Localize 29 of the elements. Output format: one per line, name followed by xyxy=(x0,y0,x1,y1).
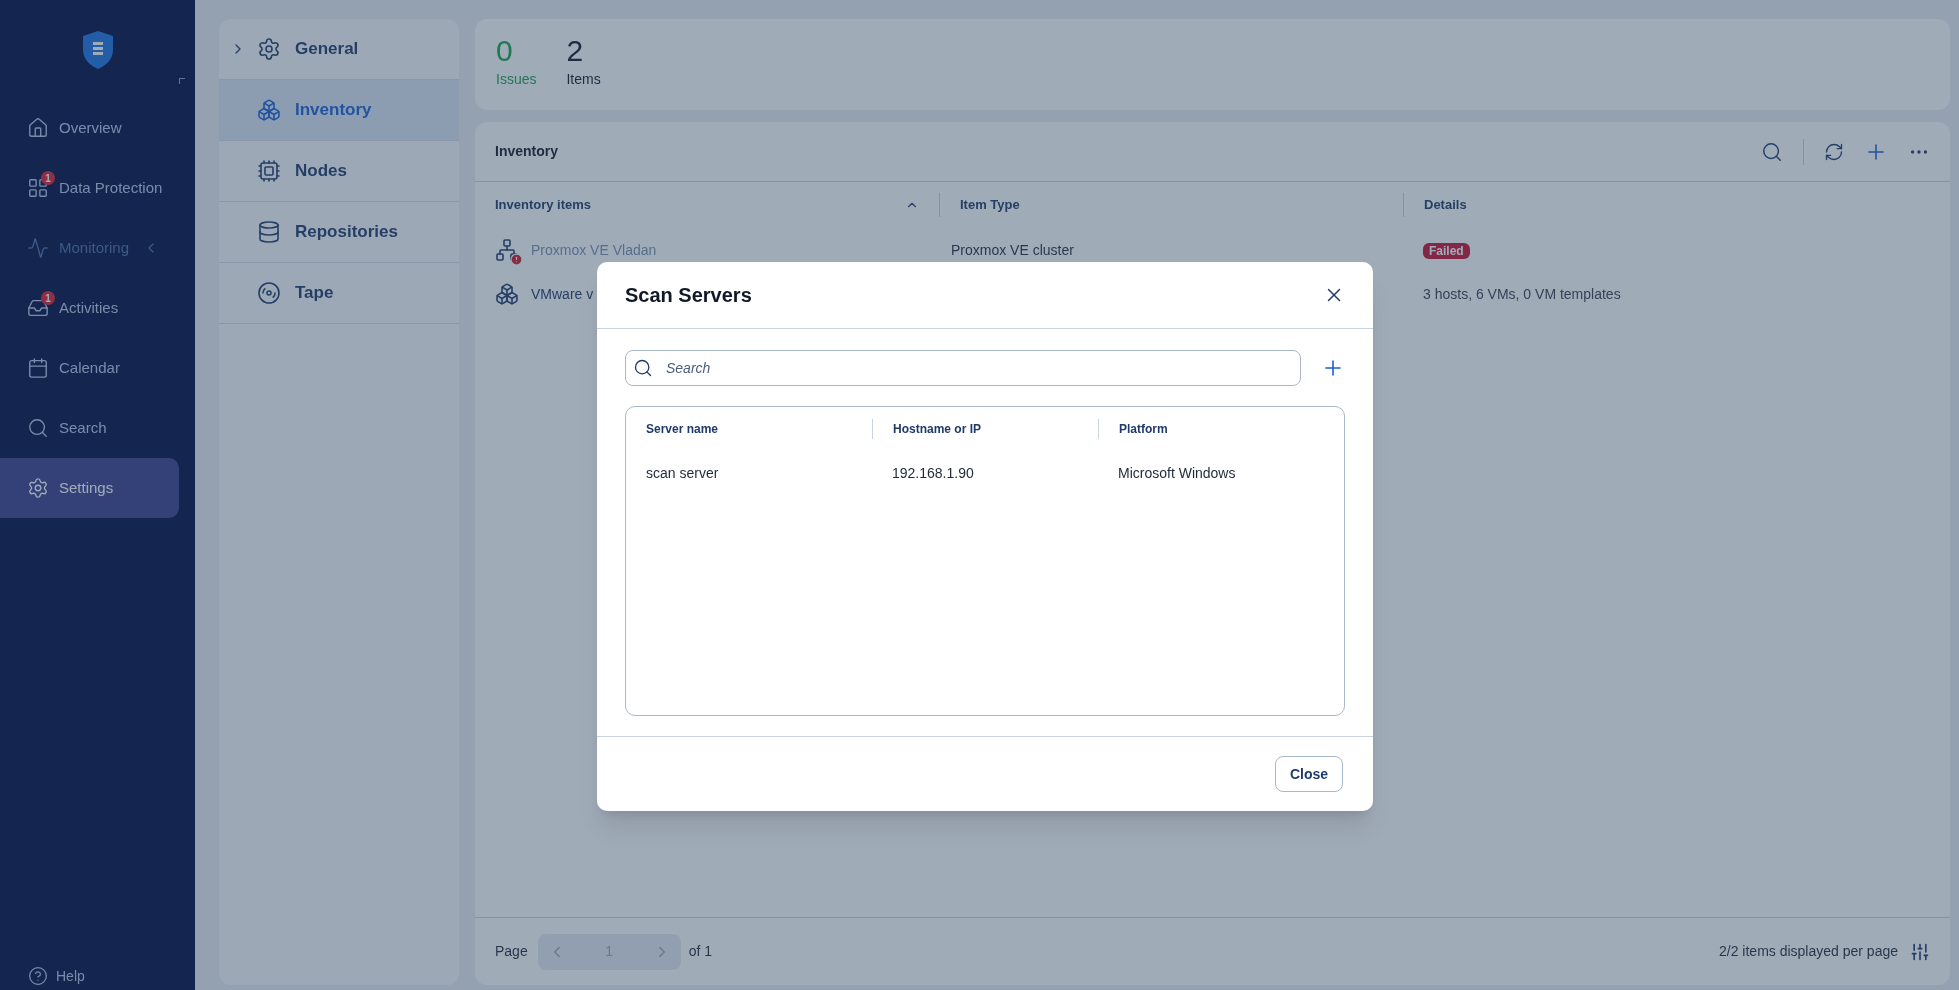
menu-item-label: Nodes xyxy=(295,160,347,183)
sidebar-item-label: Search xyxy=(59,417,107,438)
sidebar-item-label: Settings xyxy=(59,477,114,498)
dialog-title: Scan Servers xyxy=(625,283,752,308)
item-details: 3 hosts, 6 VMs, 0 VM templates xyxy=(1423,285,1621,302)
notification-badge: 1 xyxy=(41,171,55,185)
page-label: Page xyxy=(495,942,528,961)
menu-item-label: Tape xyxy=(295,282,334,305)
page-count: of 1 xyxy=(688,942,713,961)
notification-badge: 1 xyxy=(41,291,55,305)
table-cell: 192.168.1.90 xyxy=(892,464,974,481)
sidebar-item-label: Monitoring xyxy=(59,237,130,258)
summary-count: 0 xyxy=(496,33,514,69)
sidebar-item-label: Activities xyxy=(59,297,119,318)
card-title: Inventory xyxy=(495,142,558,161)
items-per-page-text: 2/2 items displayed per page xyxy=(1719,942,1898,961)
status-badge: Failed xyxy=(1423,242,1470,259)
menu-item-label: General xyxy=(295,38,359,61)
summary-label: Items xyxy=(566,70,601,89)
table-cell: Microsoft Windows xyxy=(1118,464,1236,481)
sidebar-item-label: Overview xyxy=(59,117,122,138)
table-cell: scan server xyxy=(646,464,719,481)
menu-item-label: Inventory xyxy=(295,99,372,122)
sidebar-item-label: Calendar xyxy=(59,357,120,378)
summary-count: 2 xyxy=(566,33,585,69)
summary-label: Issues xyxy=(496,70,537,89)
menu-item-label: Repositories xyxy=(295,221,398,244)
item-type: Proxmox VE cluster xyxy=(951,241,1074,258)
sidebar-item-label: Data Protection xyxy=(59,177,163,198)
